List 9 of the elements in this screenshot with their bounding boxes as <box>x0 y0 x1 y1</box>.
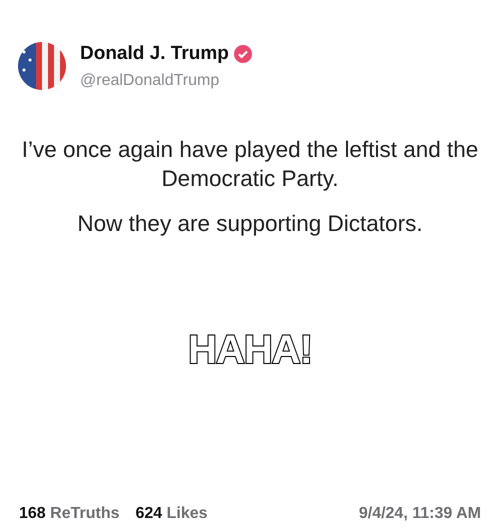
post-text: I’ve once again have played the leftist and the Democratic Party. <box>20 136 480 192</box>
timestamp: 9/4/24, 11:39 AM <box>358 504 481 524</box>
stat-text: 168 ReTruths <box>19 504 120 524</box>
caption-text: HAHA! <box>188 326 312 374</box>
stat-text: 624 Likes <box>136 504 208 524</box>
post-text: Now they are supporting Dictators. <box>77 210 423 238</box>
author-name: Donald J. Trump <box>80 42 229 66</box>
author-handle: @realDonaldTrump <box>80 70 220 90</box>
avatar <box>18 42 66 90</box>
